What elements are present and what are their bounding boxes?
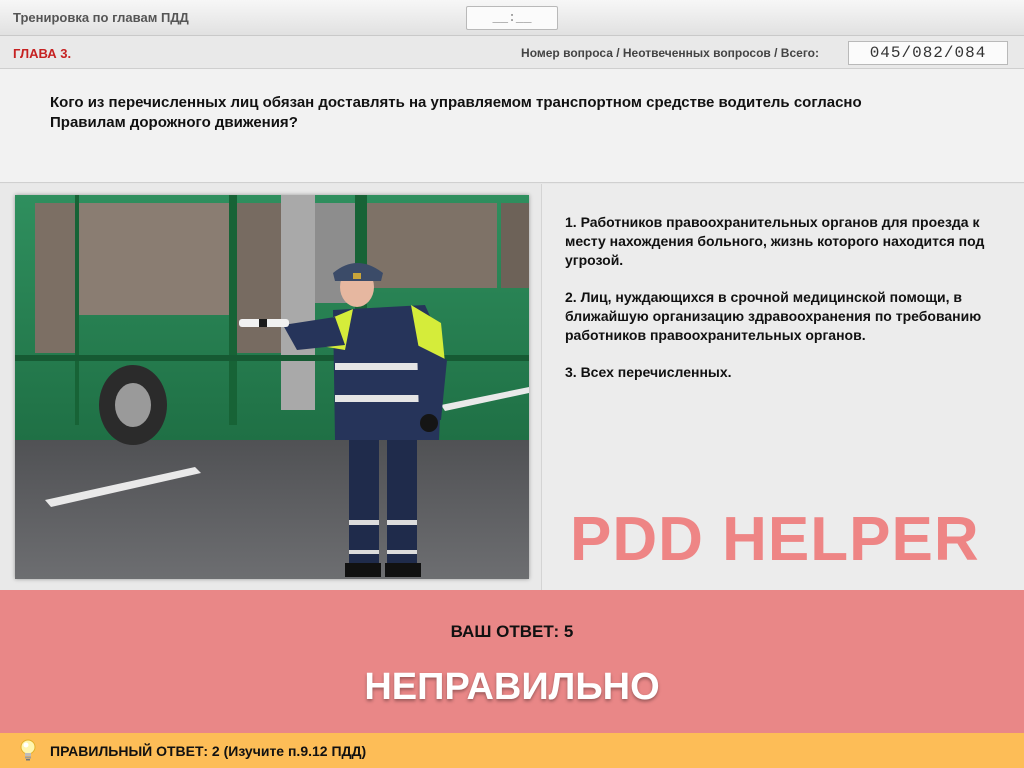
brand-logo: PDD HELPER [570,505,980,574]
question-illustration [15,195,529,579]
answer-option-3[interactable]: 3. Всех перечисленных. [565,363,1005,382]
correct-answer-bar: ПРАВИЛЬНЫЙ ОТВЕТ: 2 (Изучите п.9.12 ПДД) [0,733,1024,768]
traffic-officer-bus-image [15,195,529,579]
correct-answer-text: ПРАВИЛЬНЫЙ ОТВЕТ: 2 (Изучите п.9.12 ПДД) [50,743,367,759]
mode-title: Тренировка по главам ПДД [13,10,189,25]
illustration-panel [0,184,542,590]
question-counter: 045/082/084 [848,41,1008,65]
question-counter-label: Номер вопроса / Неотвеченных вопросов / … [521,46,819,60]
content-area: 1. Работников правоохранительных органов… [0,184,1024,590]
question-panel: Кого из перечисленных лиц обязан доставл… [0,69,1024,183]
chapter-label: ГЛАВА 3. [13,46,72,61]
lightbulb-icon [20,739,36,761]
answer-option-2[interactable]: 2. Лиц, нуждающихся в срочной медицинско… [565,288,1005,345]
chapter-bar: ГЛАВА 3. Номер вопроса / Неотвеченных во… [0,36,1024,69]
your-answer-text: ВАШ ОТВЕТ: 5 [450,622,574,641]
top-bar: Тренировка по главам ПДД __:__ [0,0,1024,36]
question-text: Кого из перечисленных лиц обязан доставл… [50,94,862,131]
answer-option-1[interactable]: 1. Работников правоохранительных органов… [565,213,1005,270]
verdict-text: НЕПРАВИЛЬНО [364,666,660,708]
answer-options: 1. Работников правоохранительных органов… [565,213,1005,400]
result-panel: ВАШ ОТВЕТ: 5 НЕПРАВИЛЬНО [0,590,1024,733]
timer-display: __:__ [466,6,558,30]
